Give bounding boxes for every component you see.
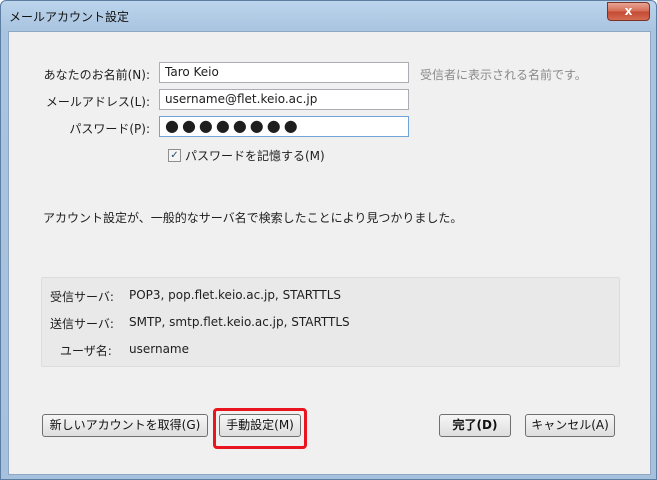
password-field[interactable]: ●●●●●●●● [159, 116, 409, 137]
close-button[interactable]: x [607, 2, 650, 21]
status-message: アカウント設定が、一般的なサーバ名で検索したことにより見つかりました。 [43, 211, 463, 225]
cancel-button[interactable]: キャンセル(A) [525, 414, 615, 437]
done-button[interactable]: 完了(D) [439, 414, 511, 437]
dialog-content: あなたのお名前(N): Taro Keio 受信者に表示される名前です。 メール… [8, 31, 651, 475]
incoming-server-label: 受信サーバ: [50, 290, 114, 304]
name-label: あなたのお名前(N): [43, 68, 150, 82]
email-label: メールアドレス(L): [45, 95, 150, 109]
server-summary: 受信サーバ: POP3, pop.flet.keio.ac.jp, STARTT… [41, 277, 620, 367]
username-label: ユーザ名: [60, 344, 112, 358]
username-value: username [129, 342, 189, 356]
outgoing-server-value: SMTP, smtp.flet.keio.ac.jp, STARTTLS [129, 315, 350, 329]
title-bar[interactable]: メールアカウント設定 x [1, 1, 656, 31]
mail-account-setup-window: メールアカウント設定 x あなたのお名前(N): Taro Keio 受信者に表… [0, 0, 657, 480]
remember-password-checkbox[interactable]: ✓ [168, 149, 181, 162]
password-label: パスワード(P): [69, 122, 150, 136]
window-title: メールアカウント設定 [9, 10, 130, 24]
manual-config-highlight [213, 408, 307, 449]
get-new-account-button[interactable]: 新しいアカウントを取得(G) [42, 414, 208, 437]
outgoing-server-label: 送信サーバ: [50, 317, 114, 331]
incoming-server-value: POP3, pop.flet.keio.ac.jp, STARTTLS [129, 288, 342, 302]
email-field[interactable]: username@flet.keio.ac.jp [159, 89, 409, 110]
remember-password-label[interactable]: パスワードを記憶する(M) [185, 147, 325, 164]
name-hint: 受信者に表示される名前です。 [420, 68, 587, 82]
name-field[interactable]: Taro Keio [159, 62, 409, 83]
